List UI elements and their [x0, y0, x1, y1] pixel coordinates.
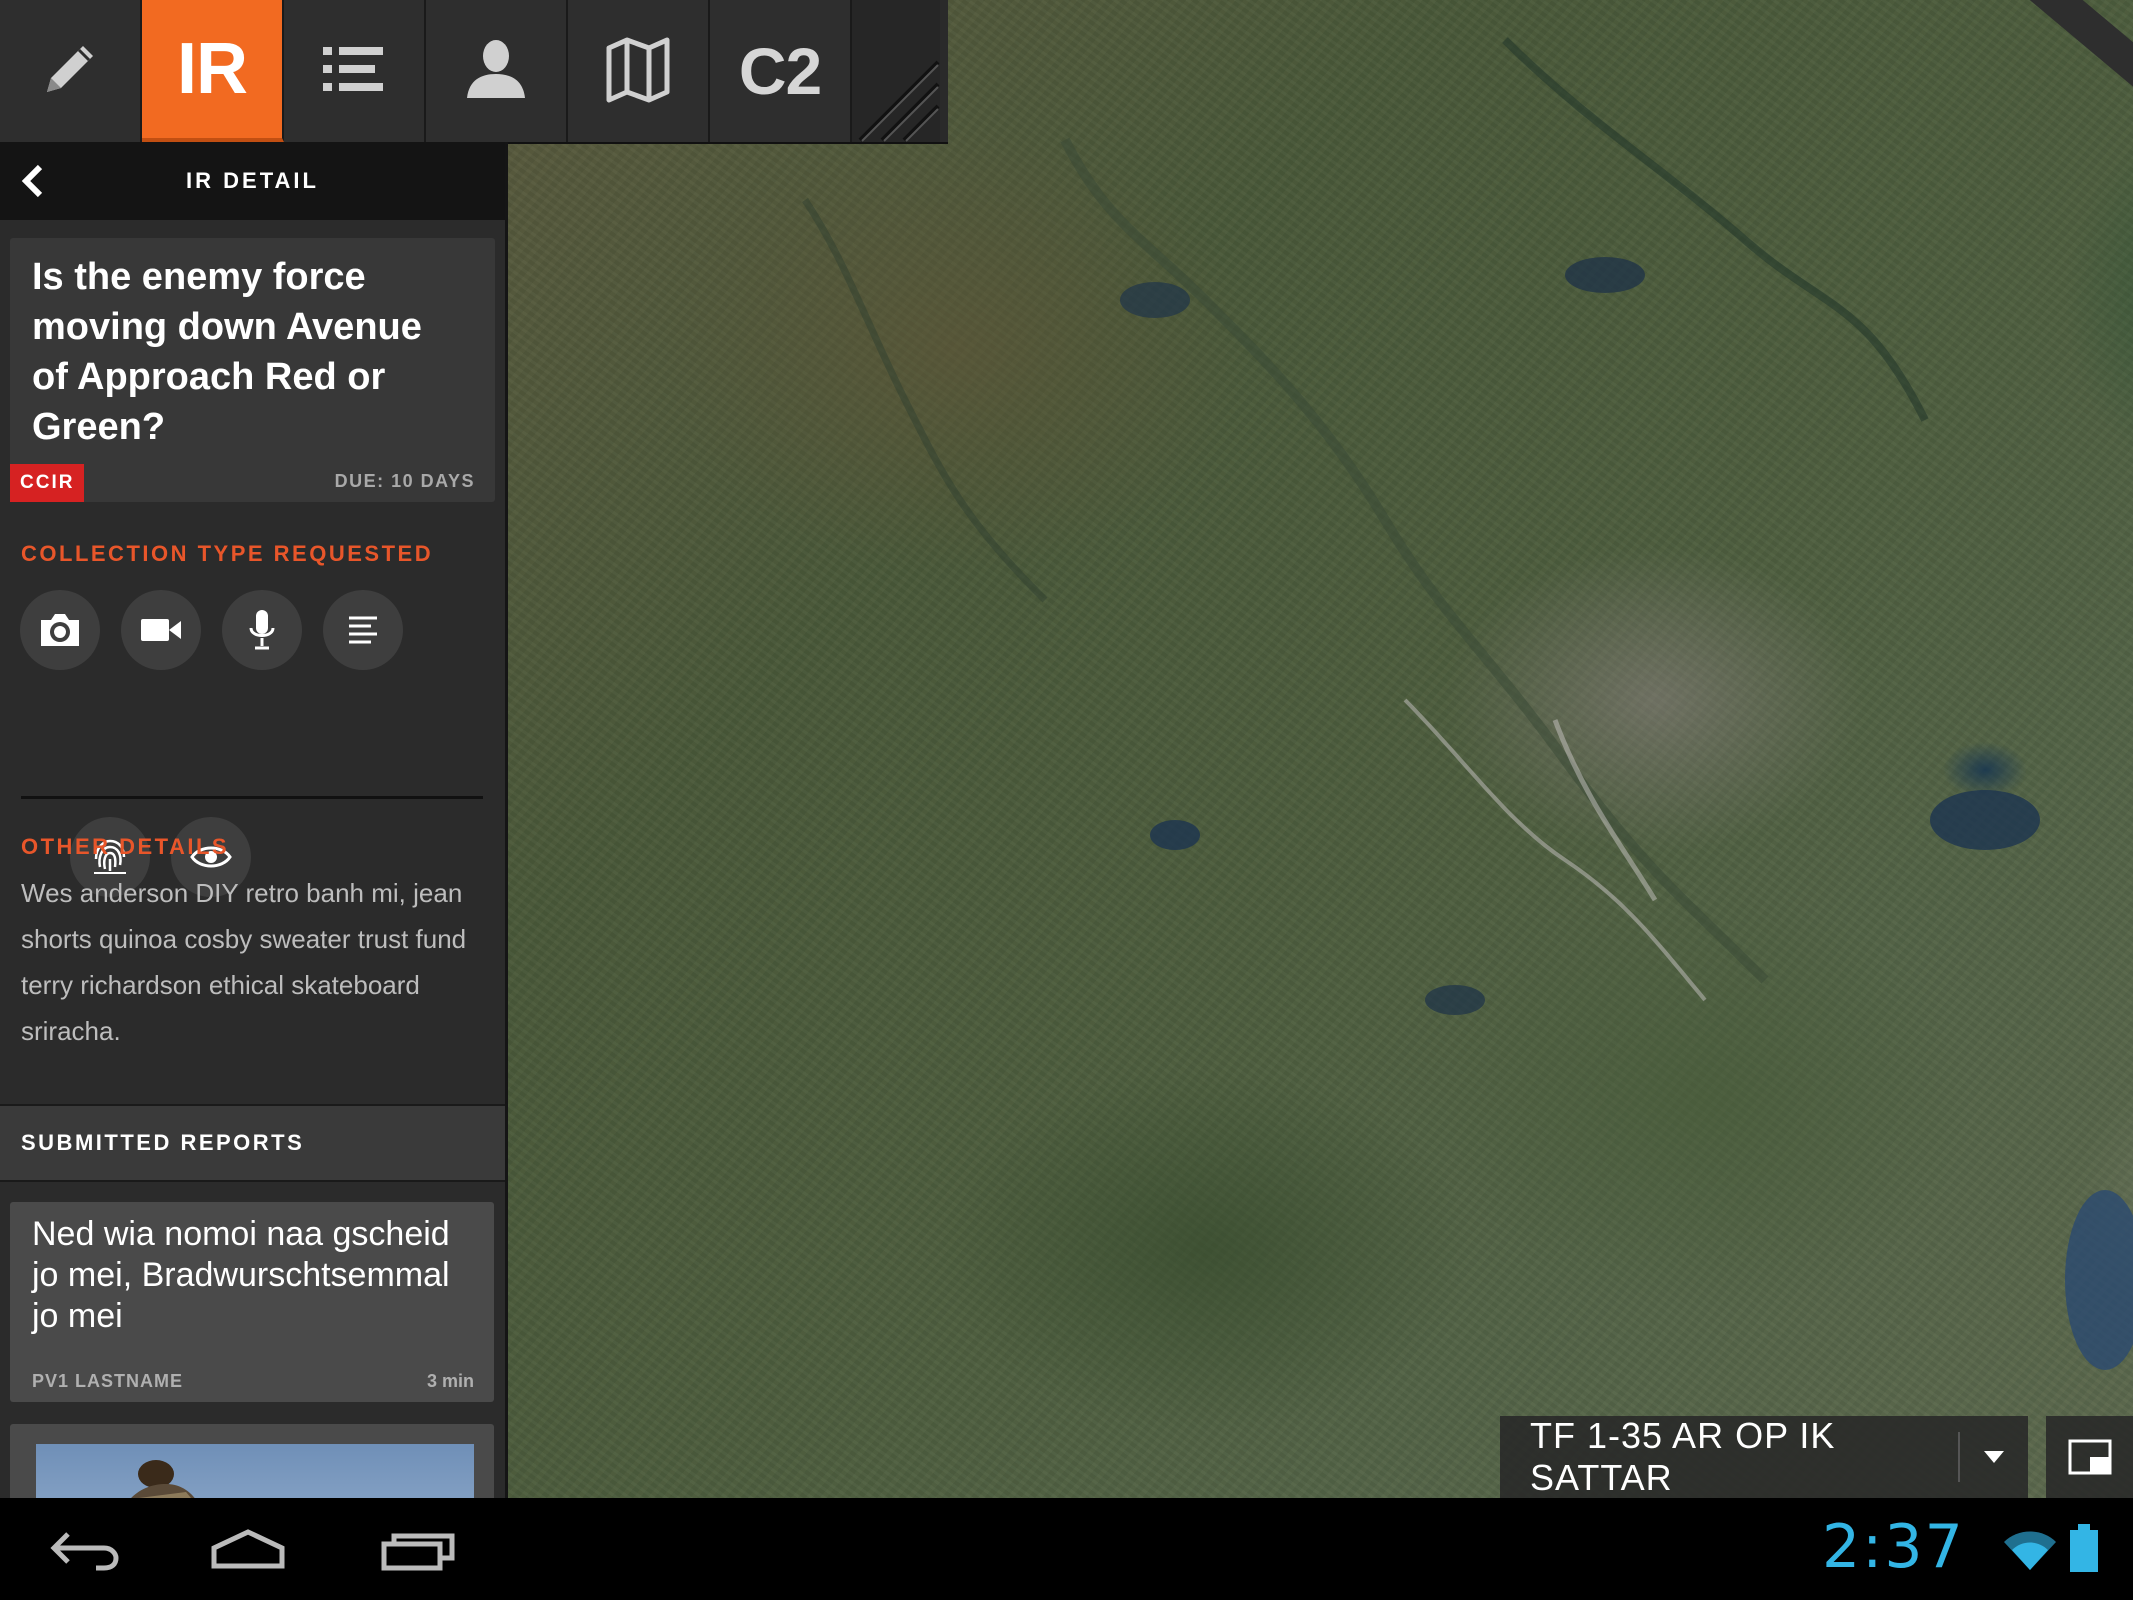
ir-detail-panel: IR DETAIL Is the enemy force moving down… — [0, 142, 508, 1498]
tab-edit[interactable] — [0, 0, 142, 142]
collection-text-button[interactable] — [323, 590, 403, 670]
tab-ir-label: IR — [177, 29, 248, 109]
section-divider — [21, 796, 483, 799]
video-icon — [141, 619, 181, 641]
question-card: Is the enemy force moving down Avenue of… — [10, 238, 495, 502]
ccir-badge: CCIR — [10, 464, 85, 502]
system-clock: 2:37 — [1822, 1512, 1965, 1582]
report-time: 3 min — [426, 1371, 474, 1391]
map-corner-handle — [2025, 0, 2133, 90]
report-author: PV1 LASTNAME — [32, 1371, 184, 1391]
resize-handle[interactable] — [852, 0, 940, 142]
tab-list[interactable] — [284, 0, 426, 142]
chevron-left-icon — [21, 164, 43, 198]
report-image — [36, 1444, 474, 1498]
person-icon — [461, 34, 531, 109]
submitted-reports-header: SUBMITTED REPORTS — [0, 1104, 505, 1182]
other-details-text: Wes anderson DIY retro banh mi, jean sho… — [21, 878, 467, 1046]
tab-c2[interactable]: C2 — [710, 0, 852, 142]
tab-ir[interactable]: IR — [142, 0, 284, 142]
collection-type-title: COLLECTION TYPE REQUESTED — [21, 541, 434, 566]
operation-selector[interactable]: TF 1-35 AR OP IK SATTAR — [1500, 1415, 2028, 1498]
recent-apps-nav-icon[interactable] — [380, 1524, 460, 1579]
tab-profile[interactable] — [426, 0, 568, 142]
text-icon — [349, 616, 377, 644]
microphone-icon — [249, 610, 275, 650]
report-card[interactable] — [10, 1424, 494, 1498]
operation-label: TF 1-35 AR OP IK SATTAR — [1530, 1415, 1836, 1498]
camera-icon — [41, 614, 79, 646]
battery-icon — [2068, 1522, 2100, 1579]
pencil-icon — [35, 34, 105, 109]
home-nav-icon[interactable] — [208, 1524, 288, 1579]
report-card[interactable]: Ned wia nomoi naa gscheid jo mei, Bradwu… — [10, 1202, 494, 1402]
question-text: Is the enemy force moving down Avenue of… — [32, 256, 422, 448]
back-nav-icon[interactable] — [46, 1524, 122, 1579]
minimap-icon — [2068, 1439, 2111, 1475]
due-label: DUE: 10 DAYS — [334, 471, 475, 491]
page-title: IR DETAIL — [186, 168, 319, 193]
report-text: Ned wia nomoi naa gscheid jo mei, Bradwu… — [32, 1215, 450, 1335]
minimap-toggle-button[interactable] — [2046, 1416, 2133, 1498]
submitted-reports-title: SUBMITTED REPORTS — [21, 1130, 305, 1155]
tab-map[interactable] — [568, 0, 710, 142]
resize-grip-icon — [858, 60, 940, 142]
dropdown-caret-icon[interactable] — [1960, 1449, 2028, 1465]
wifi-icon — [2002, 1528, 2058, 1577]
other-details-title: OTHER DETAILS — [21, 834, 230, 859]
collection-photo-button[interactable] — [20, 590, 100, 670]
satellite-map[interactable] — [505, 0, 2133, 1498]
top-tab-bar: IR C2 — [0, 0, 948, 144]
map-icon — [603, 34, 673, 109]
tab-c2-label: C2 — [738, 34, 822, 108]
system-nav-bar: 2:37 — [0, 1498, 2133, 1600]
collection-audio-button[interactable] — [222, 590, 302, 670]
collection-video-button[interactable] — [121, 590, 201, 670]
map-imagery — [802, 37, 2133, 1370]
report-photo — [131, 1460, 195, 1498]
back-button[interactable] — [16, 164, 50, 198]
list-icon — [319, 39, 389, 104]
detail-header: IR DETAIL — [0, 142, 505, 220]
